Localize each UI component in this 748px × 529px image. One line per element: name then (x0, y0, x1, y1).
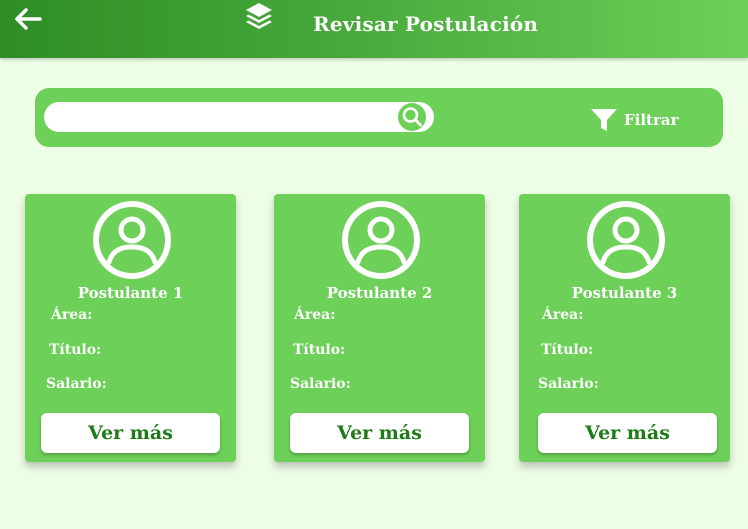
user-circle-icon (587, 201, 665, 279)
titulo-label: Título: (293, 342, 346, 358)
layers-icon (244, 2, 274, 30)
ver-mas-button[interactable]: Ver más (538, 413, 717, 453)
search-button-circle (398, 103, 426, 131)
back-button[interactable] (12, 6, 44, 32)
top-app-bar: Revisar Postulación (0, 0, 748, 58)
ver-mas-button[interactable]: Ver más (290, 413, 469, 453)
search-button[interactable] (389, 102, 434, 132)
area-label: Área: (51, 307, 93, 323)
search-icon (402, 107, 422, 127)
applicant-card: Postulante 3 Área: Título: Salario: Ver … (519, 194, 730, 462)
applicant-card: Postulante 2 Área: Título: Salario: Ver … (274, 194, 485, 462)
search-input[interactable] (44, 102, 389, 132)
filter-label: Filtrar (624, 111, 679, 129)
salario-label: Salario: (290, 376, 351, 392)
ver-mas-button[interactable]: Ver más (41, 413, 220, 453)
applicant-name: Postulante 3 (571, 284, 678, 302)
filter-button[interactable]: Filtrar (590, 106, 679, 134)
salario-label: Salario: (538, 376, 599, 392)
area-label: Área: (542, 307, 584, 323)
user-circle-icon (93, 201, 171, 279)
titulo-label: Título: (541, 342, 594, 358)
applicant-name: Postulante 2 (326, 284, 433, 302)
user-circle-icon (342, 201, 420, 279)
salario-label: Salario: (46, 376, 107, 392)
applicant-name: Postulante 1 (77, 284, 184, 302)
applicant-card: Postulante 1 Área: Título: Salario: Ver … (25, 194, 236, 462)
page-title: Revisar Postulación (313, 12, 539, 36)
arrow-left-icon (15, 8, 42, 30)
filter-funnel-icon (591, 109, 617, 131)
area-label: Área: (294, 307, 336, 323)
titulo-label: Título: (49, 342, 102, 358)
search-filter-bar: Filtrar (35, 88, 723, 147)
